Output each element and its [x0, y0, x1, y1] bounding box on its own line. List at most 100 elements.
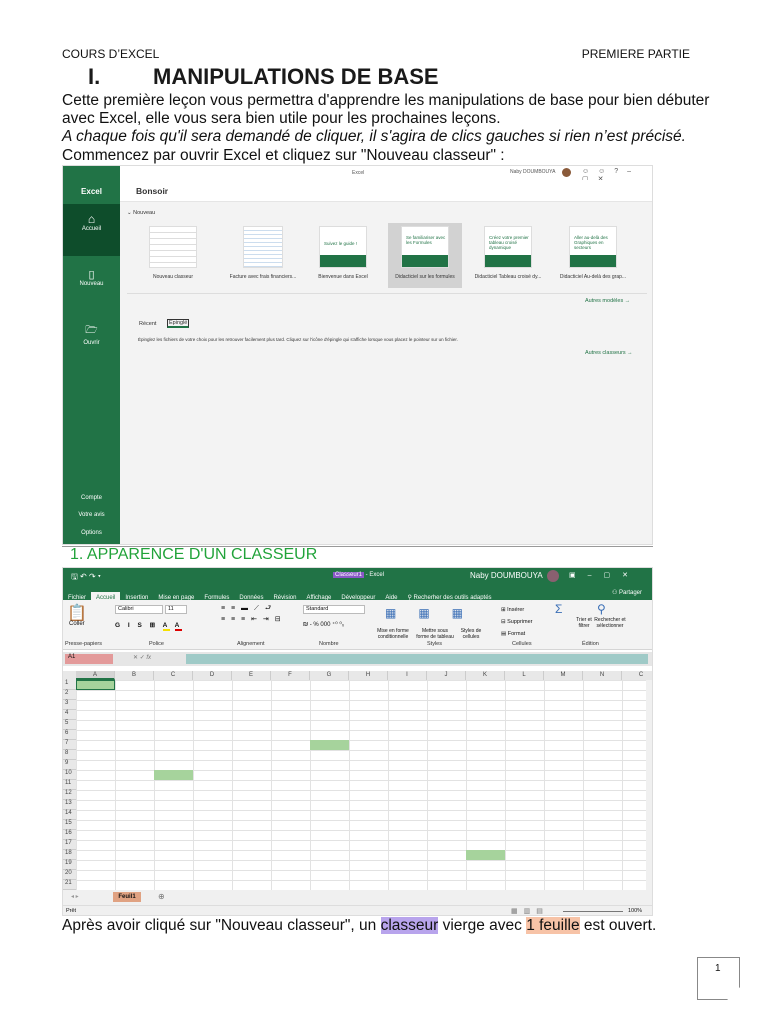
quick-access-icon[interactable]: 🖫 ↶ ↷ ▾: [71, 571, 101, 585]
row-header[interactable]: 3: [63, 700, 76, 710]
find-select-button[interactable]: Rechercher et sélectionner: [593, 617, 627, 629]
name-box[interactable]: A1: [65, 654, 113, 664]
sidebar-item-compte[interactable]: Compte: [63, 495, 120, 501]
row-header[interactable]: 14: [63, 810, 76, 820]
sidebar-item-votre-avis[interactable]: Votre avis: [63, 512, 120, 518]
template-facture[interactable]: Facture avec frais financiers...: [223, 226, 303, 280]
template-bienvenue[interactable]: Suivez le guide ! Bienvenue dans Excel: [303, 226, 383, 280]
column-header[interactable]: G: [310, 671, 349, 680]
column-header[interactable]: M: [544, 671, 583, 680]
number-icons[interactable]: ₪ - % 000 ⁺⁰ ⁰₀: [303, 621, 344, 628]
column-header[interactable]: K: [466, 671, 505, 680]
paste-label[interactable]: Coller: [69, 621, 85, 627]
template-tableau-croise[interactable]: Créez votre premier tableau croisé dynam…: [468, 226, 548, 280]
highlight-feuille: 1 feuille: [526, 917, 580, 934]
find-icon[interactable]: ⚲: [597, 602, 606, 616]
row-header[interactable]: 21: [63, 880, 76, 890]
highlighted-cell[interactable]: [466, 850, 505, 860]
fx-label: fx: [146, 655, 152, 661]
template-graphiques[interactable]: Aller au-delà des Graphiques en secteurs…: [553, 226, 633, 280]
more-templates-link[interactable]: Autres modèles →: [585, 298, 630, 304]
section-nouveau[interactable]: ⌄ Nouveau: [127, 210, 155, 216]
row-header[interactable]: 4: [63, 710, 76, 720]
row-header[interactable]: 6: [63, 730, 76, 740]
font-select[interactable]: Calibri: [115, 605, 163, 614]
paragraph: Cette première leçon vous permettra d'ap…: [62, 92, 710, 109]
spreadsheet-grid[interactable]: A B C D E F G H I J K L M N C 1 2 3 4 5 6 7 8 9 10 11 12 13 14 15 16 17…: [63, 671, 652, 891]
sidebar-item-nouveau[interactable]: ▯ Nouveau: [63, 268, 120, 287]
highlighted-cell[interactable]: [310, 740, 349, 750]
row-header[interactable]: 19: [63, 860, 76, 870]
row-header[interactable]: 2: [63, 690, 76, 700]
sheet-tab[interactable]: Feuil1: [113, 892, 141, 902]
row-header[interactable]: 7: [63, 740, 76, 750]
tab-recent[interactable]: Récent: [139, 321, 156, 327]
column-header[interactable]: L: [505, 671, 544, 680]
window-controls-icon[interactable]: ▣–▢✕: [569, 571, 640, 579]
row-header[interactable]: 5: [63, 720, 76, 730]
final-sentence: Après avoir cliqué sur "Nouveau classeur…: [62, 917, 656, 935]
sidebar-label: Ouvrir: [83, 340, 100, 346]
row-header[interactable]: 18: [63, 850, 76, 860]
home-icon: ⌂: [87, 212, 96, 226]
row-header[interactable]: 13: [63, 800, 76, 810]
sidebar-item-ouvrir[interactable]: 🗁 Ouvrir: [63, 323, 120, 346]
sheet-nav-icon[interactable]: ◂ ▸: [71, 893, 79, 900]
row-header[interactable]: 10: [63, 770, 76, 780]
column-header[interactable]: N: [583, 671, 622, 680]
template-nouveau-classeur[interactable]: Nouveau classeur: [133, 226, 213, 280]
template-label: Didacticiel Tableau croisé dy...: [474, 274, 542, 280]
row-header[interactable]: 8: [63, 750, 76, 760]
format-label: Format: [507, 631, 526, 637]
add-sheet-icon[interactable]: ⊕: [158, 892, 165, 901]
column-header[interactable]: D: [193, 671, 232, 680]
new-file-icon: ▯: [88, 269, 95, 281]
row-header[interactable]: 16: [63, 830, 76, 840]
vertical-scrollbar[interactable]: [646, 680, 652, 890]
zoom-slider[interactable]: [563, 911, 623, 912]
row-header[interactable]: 15: [63, 820, 76, 830]
formula-bar[interactable]: [186, 654, 648, 664]
paragraph: avec Excel, elle vous sera bien utile po…: [62, 110, 501, 127]
highlighted-cell[interactable]: [154, 770, 193, 780]
row-header[interactable]: 9: [63, 760, 76, 770]
column-header[interactable]: C: [622, 671, 652, 680]
column-header[interactable]: C: [154, 671, 193, 680]
group-label: Cellules: [512, 641, 532, 647]
template-formules[interactable]: Se familiariser avec les Formules Didacti…: [388, 223, 462, 288]
paste-icon[interactable]: 📋: [67, 603, 87, 623]
share-label: Partager: [618, 590, 642, 596]
number-format-select[interactable]: Standard: [303, 605, 365, 614]
more-files-link[interactable]: Autres classeurs →: [585, 350, 633, 356]
user-name: Naby DOUMBOUYA: [470, 571, 543, 580]
tab-pinned[interactable]: Epinglé: [167, 319, 190, 328]
column-header[interactable]: A: [76, 671, 115, 680]
sidebar-item-options[interactable]: Options: [63, 530, 120, 536]
highlighted-cell[interactable]: [76, 680, 115, 690]
share-button[interactable]: ⚇ Partager: [612, 589, 642, 596]
cell-styles-button[interactable]: Styles de cellules: [456, 628, 486, 640]
row-header[interactable]: 20: [63, 870, 76, 880]
format-as-table-button[interactable]: Mettre sous forme de tableau: [415, 628, 455, 640]
column-header[interactable]: F: [271, 671, 310, 680]
column-header[interactable]: J: [427, 671, 466, 680]
template-label: Nouveau classeur: [152, 274, 194, 280]
formula-buttons[interactable]: ✕ ✓ fx: [133, 654, 151, 661]
align-icons[interactable]: ≡ ≡ ▬ ⟋ ⮐ ≡ ≡ ≡ ⇤ ⇥ ⊟: [221, 604, 283, 623]
column-header[interactable]: I: [388, 671, 427, 680]
cells-buttons[interactable]: ⊞ Insérer ⊟ Supprimer ▤ Format: [501, 604, 533, 640]
column-header[interactable]: B: [115, 671, 154, 680]
font-size-select[interactable]: 11: [165, 605, 187, 614]
view-icons[interactable]: ▦▥▤: [511, 907, 549, 915]
column-header[interactable]: H: [349, 671, 388, 680]
autosum-icon[interactable]: Σ: [555, 602, 562, 616]
format-icons[interactable]: G I S ⊞ A A: [115, 621, 183, 631]
sidebar-item-accueil[interactable]: ⌂ Accueil: [63, 204, 120, 256]
conditional-format-button[interactable]: Mise en forme conditionnelle: [373, 628, 413, 640]
row-header[interactable]: 17: [63, 840, 76, 850]
column-header[interactable]: E: [232, 671, 271, 680]
row-header[interactable]: 11: [63, 780, 76, 790]
row-header[interactable]: 12: [63, 790, 76, 800]
header-right: PREMIERE PARTIE: [581, 47, 690, 61]
row-header[interactable]: 1: [63, 680, 76, 690]
